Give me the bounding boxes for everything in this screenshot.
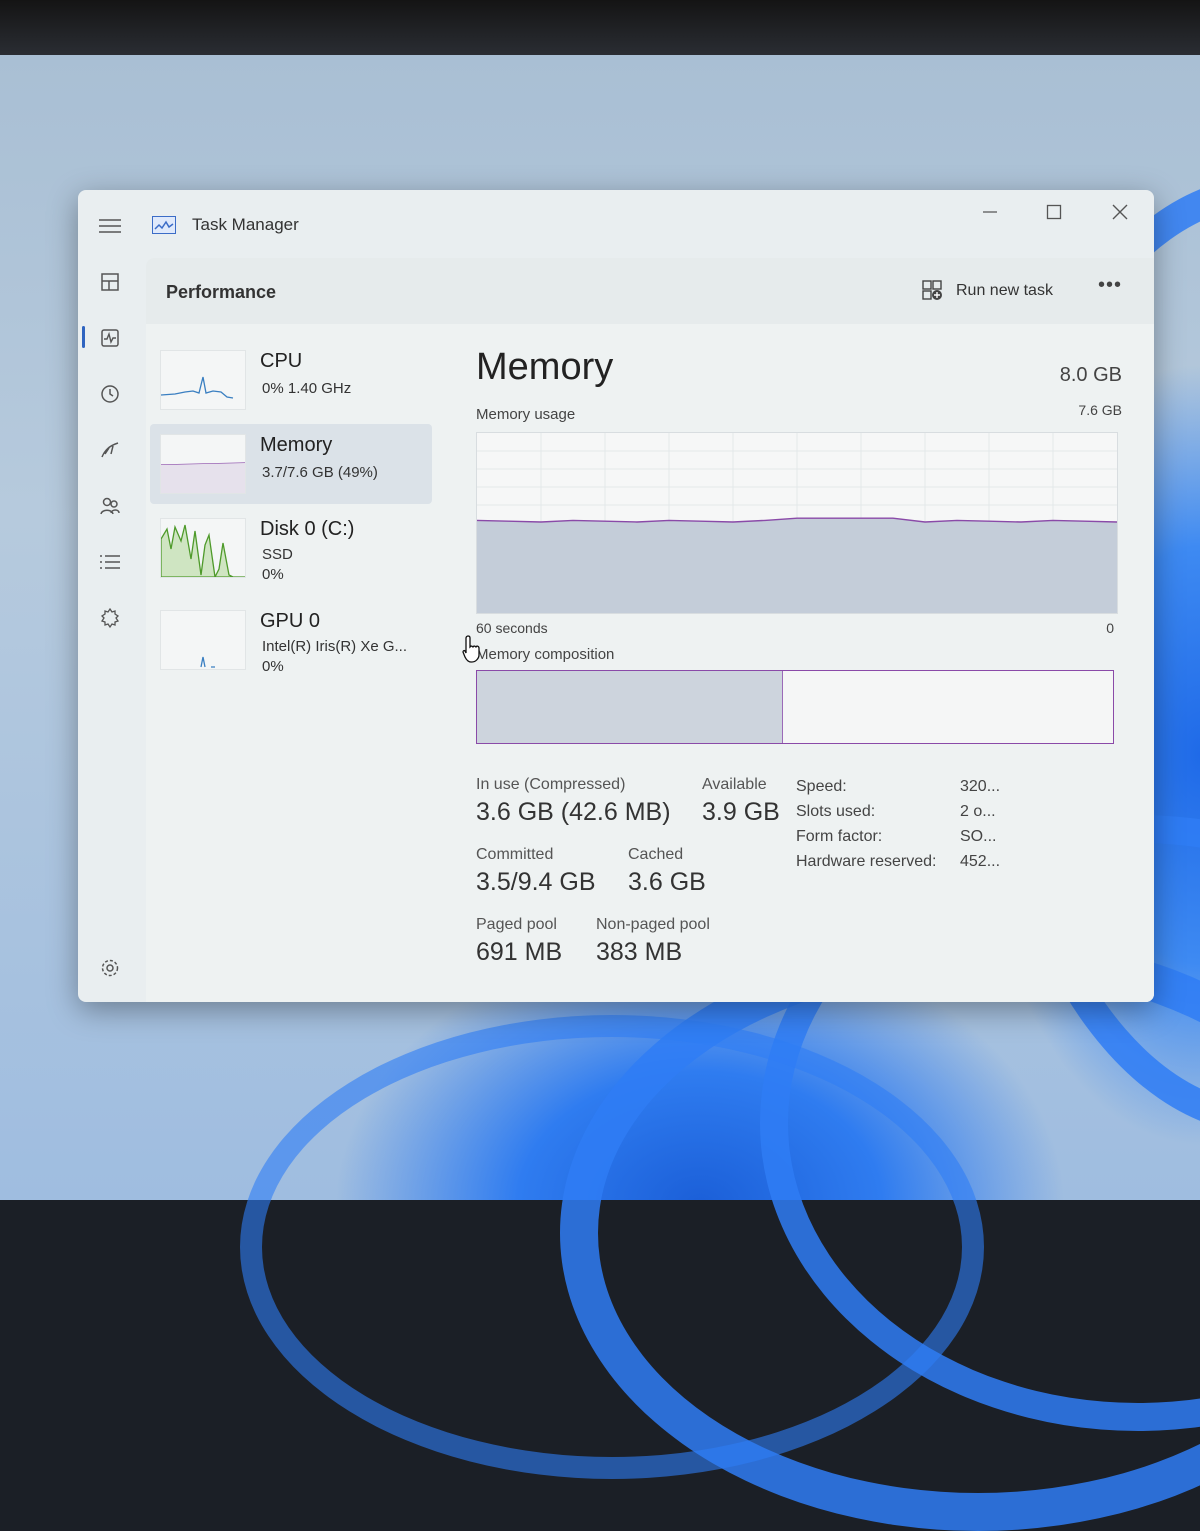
window-title: Task Manager [192, 215, 299, 234]
resource-name: Disk 0 (C:) [260, 518, 355, 540]
resource-item-cpu[interactable]: CPU 0% 1.40 GHz [150, 340, 432, 420]
task-manager-window: Task Manager Performance Run new task ••… [78, 190, 1154, 1002]
cached-label: Cached [628, 846, 684, 863]
composition-in-use-segment [477, 671, 784, 743]
page-header: Performance Run new task ••• [146, 258, 1154, 324]
resource-name: Memory [260, 434, 333, 456]
more-options-button[interactable]: ••• [1098, 274, 1122, 297]
graph-axis-left-label: 60 seconds [476, 620, 548, 636]
memory-usage-graph [476, 432, 1118, 614]
memory-composition-bar [476, 670, 1114, 744]
run-task-label: Run new task [956, 282, 1053, 299]
run-new-task-button[interactable]: Run new task [922, 276, 1053, 306]
run-task-icon [922, 280, 942, 300]
usage-max-label: 7.6 GB [1078, 402, 1122, 418]
spec-label: Hardware reserved: [796, 853, 937, 870]
active-indicator [82, 326, 85, 348]
detail-title: Memory [476, 346, 614, 388]
paged-pool-label: Paged pool [476, 916, 557, 933]
nav-rail [78, 190, 146, 1002]
resource-detail: 0% [262, 566, 284, 583]
total-memory: 8.0 GB [1059, 364, 1122, 386]
resource-item-gpu[interactable]: GPU 0 Intel(R) Iris(R) Xe G... 0% [150, 600, 432, 680]
startup-apps-icon[interactable] [92, 432, 128, 468]
processes-icon[interactable] [92, 264, 128, 300]
maximize-button[interactable] [1024, 196, 1084, 228]
spec-label: Speed: [796, 778, 847, 795]
close-button[interactable] [1090, 196, 1150, 228]
in-use-value: 3.6 GB (42.6 MB) [476, 798, 671, 826]
spec-value: 2 o... [960, 803, 996, 820]
available-value: 3.9 GB [702, 798, 780, 826]
in-use-label: In use (Compressed) [476, 776, 626, 793]
resource-detail: 0% [262, 658, 284, 675]
resource-name: GPU 0 [260, 610, 321, 632]
committed-label: Committed [476, 846, 554, 863]
non-paged-pool-label: Non-paged pool [596, 916, 710, 933]
details-icon[interactable] [92, 544, 128, 580]
page-title: Performance [166, 282, 277, 302]
resource-detail: 0% 1.40 GHz [262, 380, 352, 397]
spec-label: Form factor: [796, 828, 883, 845]
resource-detail: Intel(R) Iris(R) Xe G... [262, 638, 408, 655]
memory-thumbnail-graph [160, 434, 246, 494]
spec-label: Slots used: [796, 803, 876, 820]
monitor-bezel [0, 0, 1200, 55]
paged-pool-value: 691 MB [476, 938, 563, 966]
resource-item-memory[interactable]: Memory 3.7/7.6 GB (49%) [150, 424, 432, 504]
spec-value: 452... [960, 853, 1001, 870]
services-icon[interactable] [92, 600, 128, 636]
available-label: Available [702, 776, 767, 793]
graph-axis-right-label: 0 [1106, 620, 1114, 636]
content-panel: Performance Run new task ••• CPU 0% 1.40… [146, 258, 1154, 1002]
memory-detail-panel: Memory 8.0 GB Memory usage 7.6 GB 60 sec… [476, 324, 1126, 1002]
resource-list: CPU 0% 1.40 GHz Memory 3.7/7.6 GB (49%) … [146, 324, 436, 1002]
title-bar: Task Manager [78, 190, 1154, 258]
hand-cursor-icon [462, 635, 480, 663]
resource-detail: 3.7/7.6 GB (49%) [262, 464, 378, 481]
spec-value: 320... [960, 778, 1001, 795]
minimize-button[interactable] [960, 196, 1020, 228]
performance-icon[interactable] [92, 320, 128, 356]
non-paged-pool-value: 383 MB [596, 938, 683, 966]
composition-caption: Memory composition [476, 646, 615, 663]
cached-value: 3.6 GB [628, 868, 706, 896]
app-history-icon[interactable] [92, 376, 128, 412]
gpu-thumbnail-graph [160, 610, 246, 670]
users-icon[interactable] [92, 488, 128, 524]
settings-icon[interactable] [92, 950, 128, 986]
committed-value: 3.5/9.4 GB [476, 868, 596, 896]
resource-name: CPU [260, 350, 303, 372]
resource-detail: SSD [262, 546, 293, 563]
usage-caption: Memory usage [476, 406, 576, 423]
resource-item-disk[interactable]: Disk 0 (C:) SSD 0% [150, 508, 432, 588]
disk-thumbnail-graph [160, 518, 246, 580]
cpu-thumbnail-graph [160, 350, 246, 410]
task-manager-app-icon [152, 216, 176, 234]
spec-value: SO... [960, 828, 997, 845]
